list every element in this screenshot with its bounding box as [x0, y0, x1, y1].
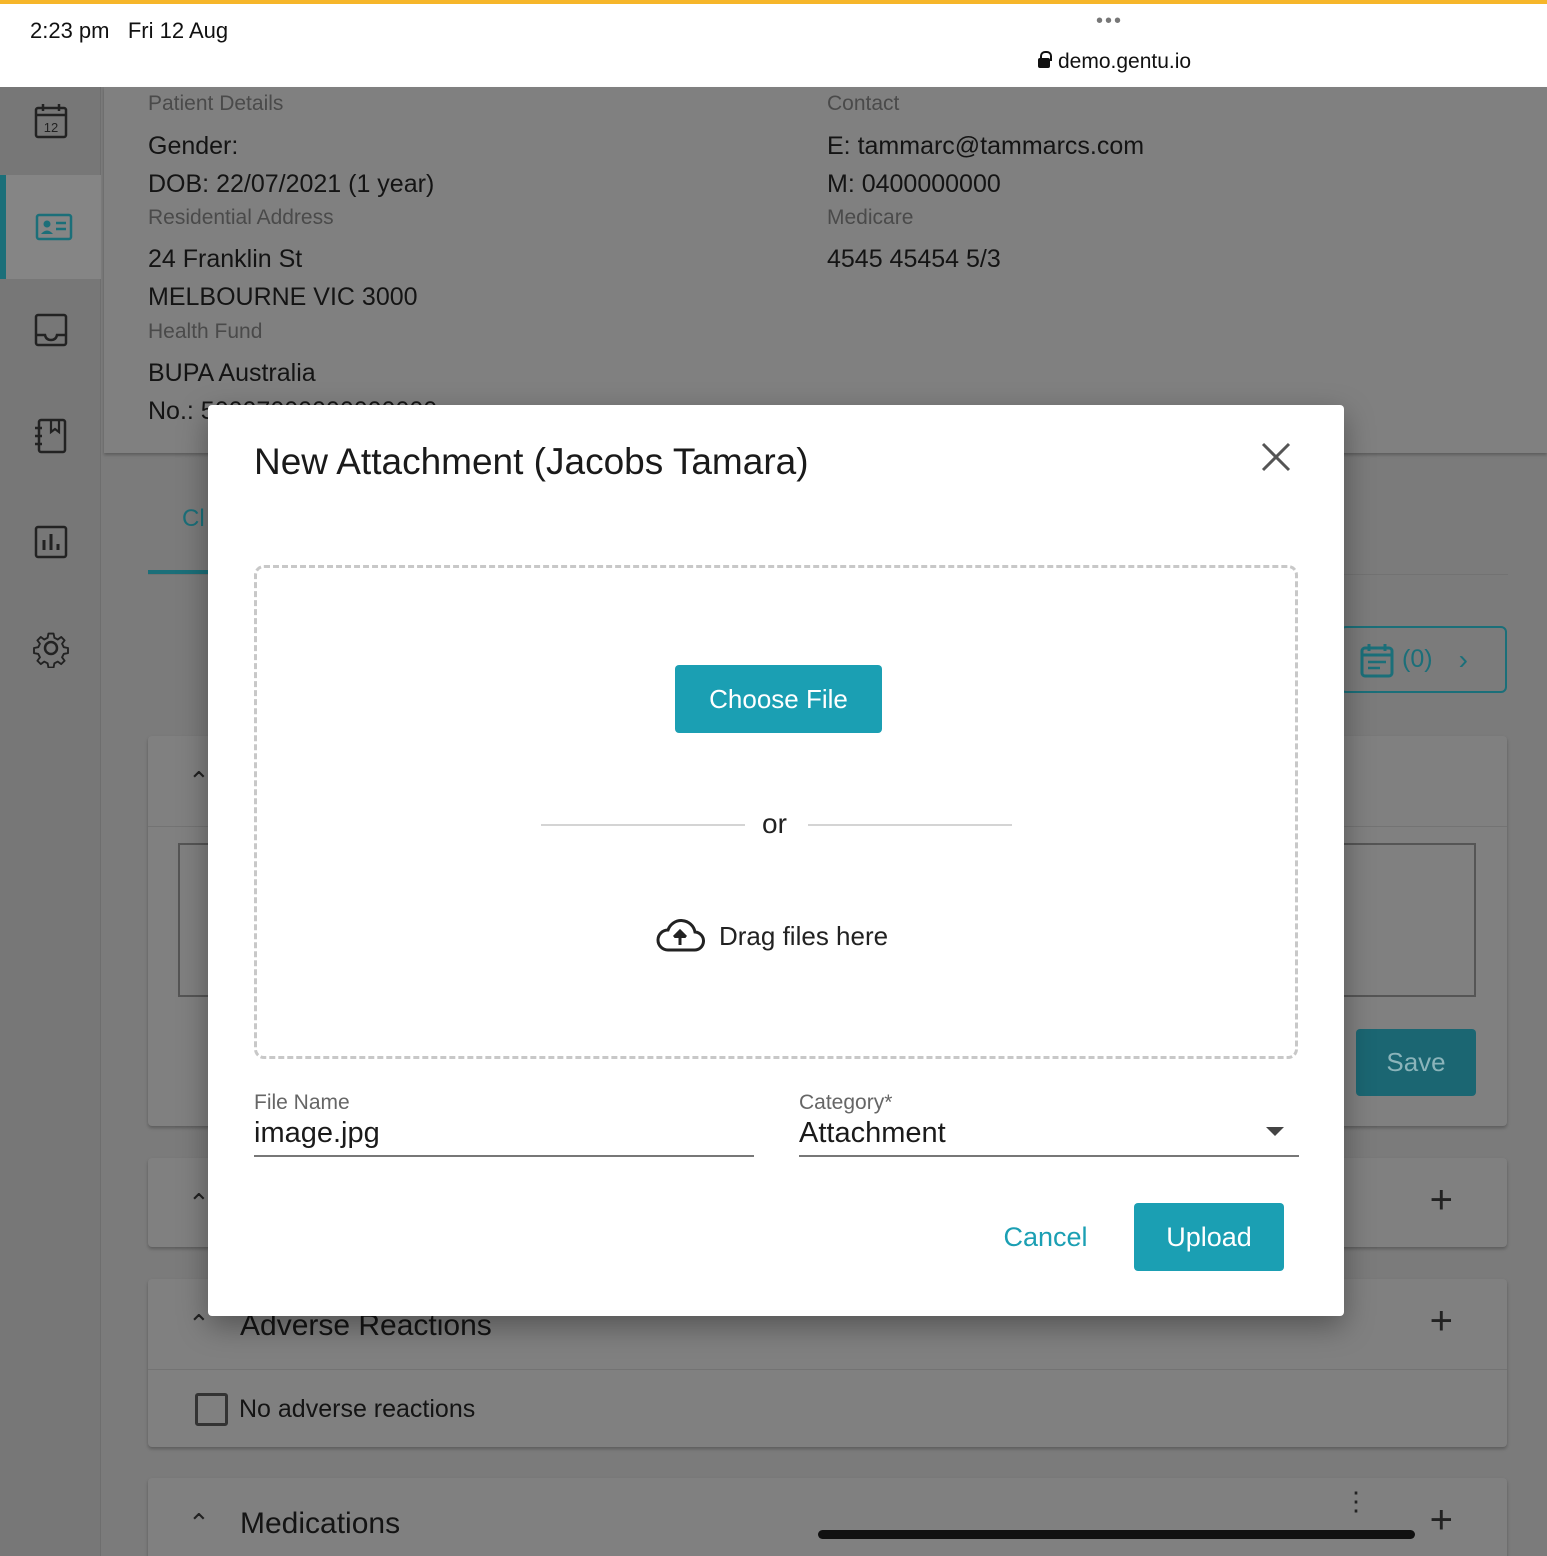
dropdown-arrow-icon[interactable] — [1266, 1127, 1284, 1136]
divider-right — [808, 824, 1012, 826]
svg-text:12: 12 — [43, 120, 57, 135]
tab-clinical[interactable]: Cl — [182, 505, 205, 533]
category-label: Category* — [799, 1091, 893, 1114]
health-fund-label: Health Fund — [148, 320, 263, 343]
dob-value: DOB: 22/07/2021 (1 year) — [148, 170, 435, 198]
add-medication-icon[interactable]: + — [1430, 1498, 1453, 1543]
close-icon[interactable] — [1258, 439, 1294, 475]
medications-card: ⌃ Medications ⋮ + — [148, 1478, 1507, 1556]
patient-details-label: Patient Details — [148, 92, 284, 115]
add-adverse-reaction-icon[interactable]: + — [1430, 1299, 1453, 1344]
inbox-icon — [34, 313, 67, 347]
lock-icon — [1038, 51, 1052, 68]
chevron-up-icon[interactable]: ⌃ — [188, 1188, 210, 1219]
sidebar-item-settings[interactable] — [0, 596, 101, 700]
save-button[interactable]: Save — [1356, 1029, 1476, 1096]
cancel-button[interactable]: Cancel — [988, 1203, 1103, 1271]
gender-value: Gender: — [148, 132, 239, 160]
address-label: Residential Address — [148, 206, 334, 229]
or-text: or — [762, 808, 787, 839]
contact-label: Contact — [827, 92, 900, 115]
category-select[interactable]: Attachment — [799, 1117, 1299, 1150]
sidebar: 12 — [0, 87, 101, 1556]
sidebar-item-reports[interactable] — [0, 490, 101, 594]
url-bar[interactable]: demo.gentu.io — [1038, 50, 1191, 74]
more-vert-icon[interactable]: ⋮ — [1343, 1488, 1369, 1514]
address-line2: MELBOURNE VIC 3000 — [148, 283, 418, 311]
file-name-input[interactable] — [254, 1117, 754, 1150]
no-adverse-label: No adverse reactions — [239, 1395, 476, 1423]
calendar-icon: 12 — [34, 104, 67, 139]
mobile-value: M: 0400000000 — [827, 170, 1001, 198]
home-indicator — [818, 1530, 1415, 1539]
divider-left — [541, 824, 745, 826]
sidebar-item-inbox[interactable] — [0, 278, 101, 382]
chevron-up-icon[interactable]: ⌃ — [188, 766, 210, 797]
notebook-icon — [34, 418, 66, 454]
chevron-right-icon: › — [1458, 643, 1468, 675]
chevron-up-icon[interactable]: ⌃ — [188, 1508, 210, 1539]
no-adverse-checkbox[interactable] — [195, 1393, 228, 1426]
category-underline — [799, 1155, 1299, 1157]
choose-file-button[interactable]: Choose File — [675, 665, 882, 733]
file-name-label: File Name — [254, 1091, 350, 1114]
email-value: E: tammarc@tammarcs.com — [827, 132, 1145, 160]
file-name-underline — [254, 1155, 754, 1157]
reports-chart-icon — [34, 525, 67, 559]
sidebar-item-notes[interactable] — [0, 384, 101, 488]
calendar-icon — [1360, 643, 1394, 677]
active-tab-indicator — [148, 570, 208, 574]
chevron-up-icon[interactable]: ⌃ — [188, 1309, 210, 1340]
url-text: demo.gentu.io — [1058, 50, 1192, 73]
sidebar-item-patient[interactable] — [0, 175, 101, 279]
sidebar-item-calendar[interactable]: 12 — [0, 69, 101, 173]
file-dropzone[interactable]: Choose File or Drag files here — [254, 565, 1298, 1059]
medicare-value: 4545 45454 5/3 — [827, 245, 1001, 273]
add-icon[interactable]: + — [1430, 1178, 1453, 1223]
medicare-label: Medicare — [827, 206, 914, 229]
settings-gear-icon — [32, 632, 69, 668]
appointments-button[interactable]: (0) › — [1340, 626, 1507, 693]
appointments-count: (0) — [1402, 645, 1433, 673]
more-dots-icon[interactable]: ••• — [1096, 10, 1123, 33]
upload-button[interactable]: Upload — [1134, 1203, 1284, 1271]
dialog-title: New Attachment (Jacobs Tamara) — [254, 441, 809, 482]
patient-card-icon — [35, 213, 72, 241]
clock-date: 2:23 pm Fri 12 Aug — [30, 18, 229, 43]
new-attachment-dialog: New Attachment (Jacobs Tamara) Choose Fi… — [208, 405, 1344, 1316]
drag-files-area: Drag files here — [655, 918, 888, 954]
health-fund-value: BUPA Australia — [148, 359, 316, 387]
cloud-upload-icon — [656, 919, 705, 952]
drag-files-text: Drag files here — [719, 920, 889, 951]
browser-status-bar: 2:23 pm Fri 12 Aug ••• demo.gentu.io — [0, 0, 1547, 87]
address-line1: 24 Franklin St — [148, 245, 303, 273]
medications-title: Medications — [240, 1507, 401, 1540]
